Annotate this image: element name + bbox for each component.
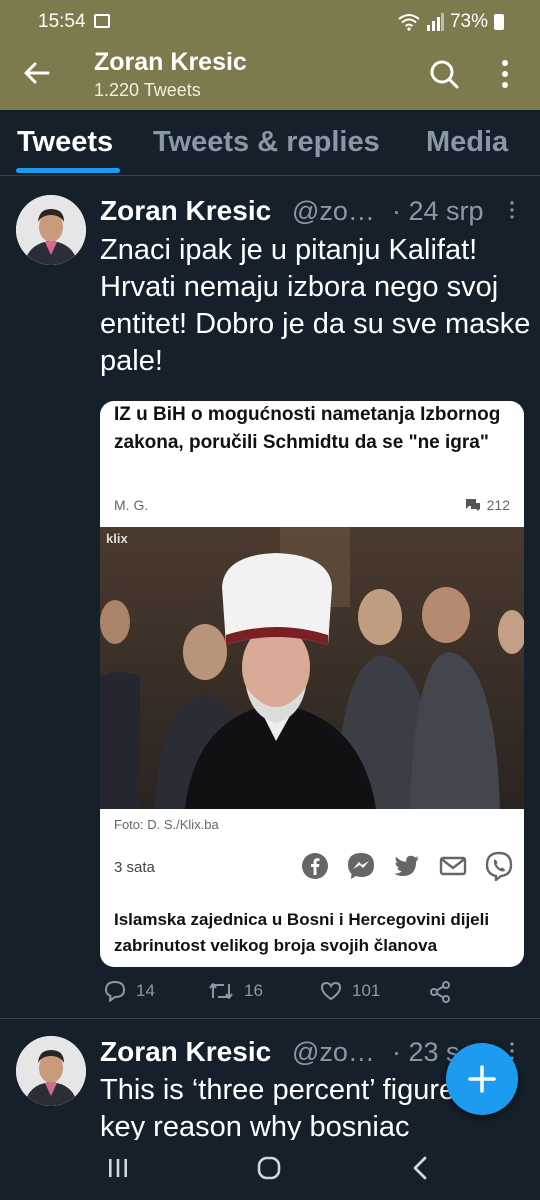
recent-apps-icon[interactable] — [106, 1156, 130, 1180]
home-icon[interactable] — [256, 1155, 282, 1181]
system-nav-bar — [0, 1140, 540, 1200]
avatar[interactable] — [16, 1036, 86, 1106]
plus-icon — [468, 1065, 496, 1093]
tweet[interactable]: Zoran Kresic @zo… · 23 s This is ‘three … — [0, 0, 540, 1140]
compose-tweet-button[interactable] — [446, 1043, 518, 1115]
avatar-image — [16, 1036, 86, 1106]
nav-back-icon[interactable] — [410, 1155, 430, 1181]
tweet-author-name[interactable]: Zoran Kresic — [100, 1036, 271, 1068]
tweet-author-handle: @zo… — [292, 1037, 375, 1067]
